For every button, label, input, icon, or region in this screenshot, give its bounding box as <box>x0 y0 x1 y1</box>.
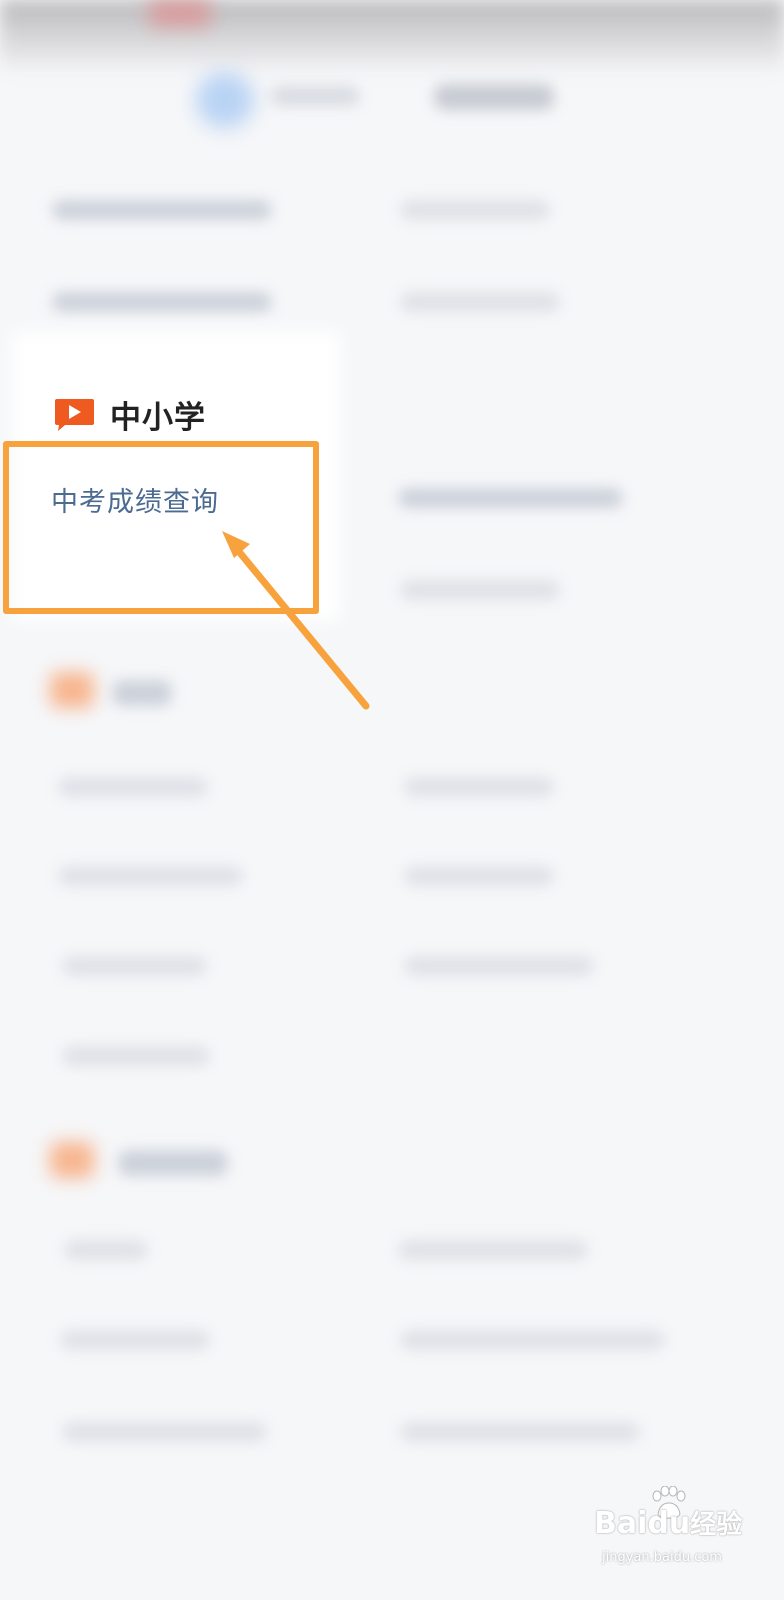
list-item-blur <box>404 777 554 797</box>
status-bar-blur <box>0 0 784 70</box>
list-item-blur <box>52 292 272 312</box>
section-title: 中小学 <box>110 400 206 436</box>
list-item-blur <box>400 200 550 220</box>
section-header: 中小学 <box>53 392 206 437</box>
annotation-highlight-box <box>3 441 319 614</box>
tab-label-blur <box>270 86 360 106</box>
list-item-blur <box>62 1046 210 1066</box>
list-item-blur <box>64 1240 148 1260</box>
list-item-blur <box>400 1422 640 1442</box>
list-item-blur <box>62 1422 267 1442</box>
section-title-blur <box>112 680 172 706</box>
annotation-arrow-icon <box>222 531 370 710</box>
section-icon-blur <box>50 1142 94 1178</box>
list-item-blur <box>400 292 560 312</box>
list-item-blur <box>62 956 207 976</box>
list-item-blur <box>398 1240 588 1260</box>
list-item-blur <box>58 866 243 886</box>
list-item-blur <box>400 1330 665 1350</box>
watermark-brand-cn: 经验 <box>690 1510 743 1540</box>
section-title-blur <box>118 1150 228 1176</box>
list-item-blur <box>60 1330 210 1350</box>
list-item-blur <box>404 956 594 976</box>
status-indicator-blur <box>150 0 210 26</box>
watermark-brand-right: du <box>647 1506 691 1541</box>
section-icon-blur <box>50 672 94 708</box>
video-play-icon <box>53 397 96 433</box>
list-item-blur <box>404 866 554 886</box>
list-item-blur <box>58 777 208 797</box>
tab-icon-blur <box>196 72 254 128</box>
list-item-blur <box>400 580 560 600</box>
list-item-blur <box>398 488 623 508</box>
list-item-blur <box>52 200 272 220</box>
tab-label-blur <box>434 84 554 110</box>
watermark-site: jingyan.baidu.com <box>602 1550 722 1565</box>
watermark-brand-left: Bai <box>594 1506 648 1541</box>
baidu-jingyan-watermark: Baidu经验 jingyan.baidu.com <box>594 1486 744 1574</box>
